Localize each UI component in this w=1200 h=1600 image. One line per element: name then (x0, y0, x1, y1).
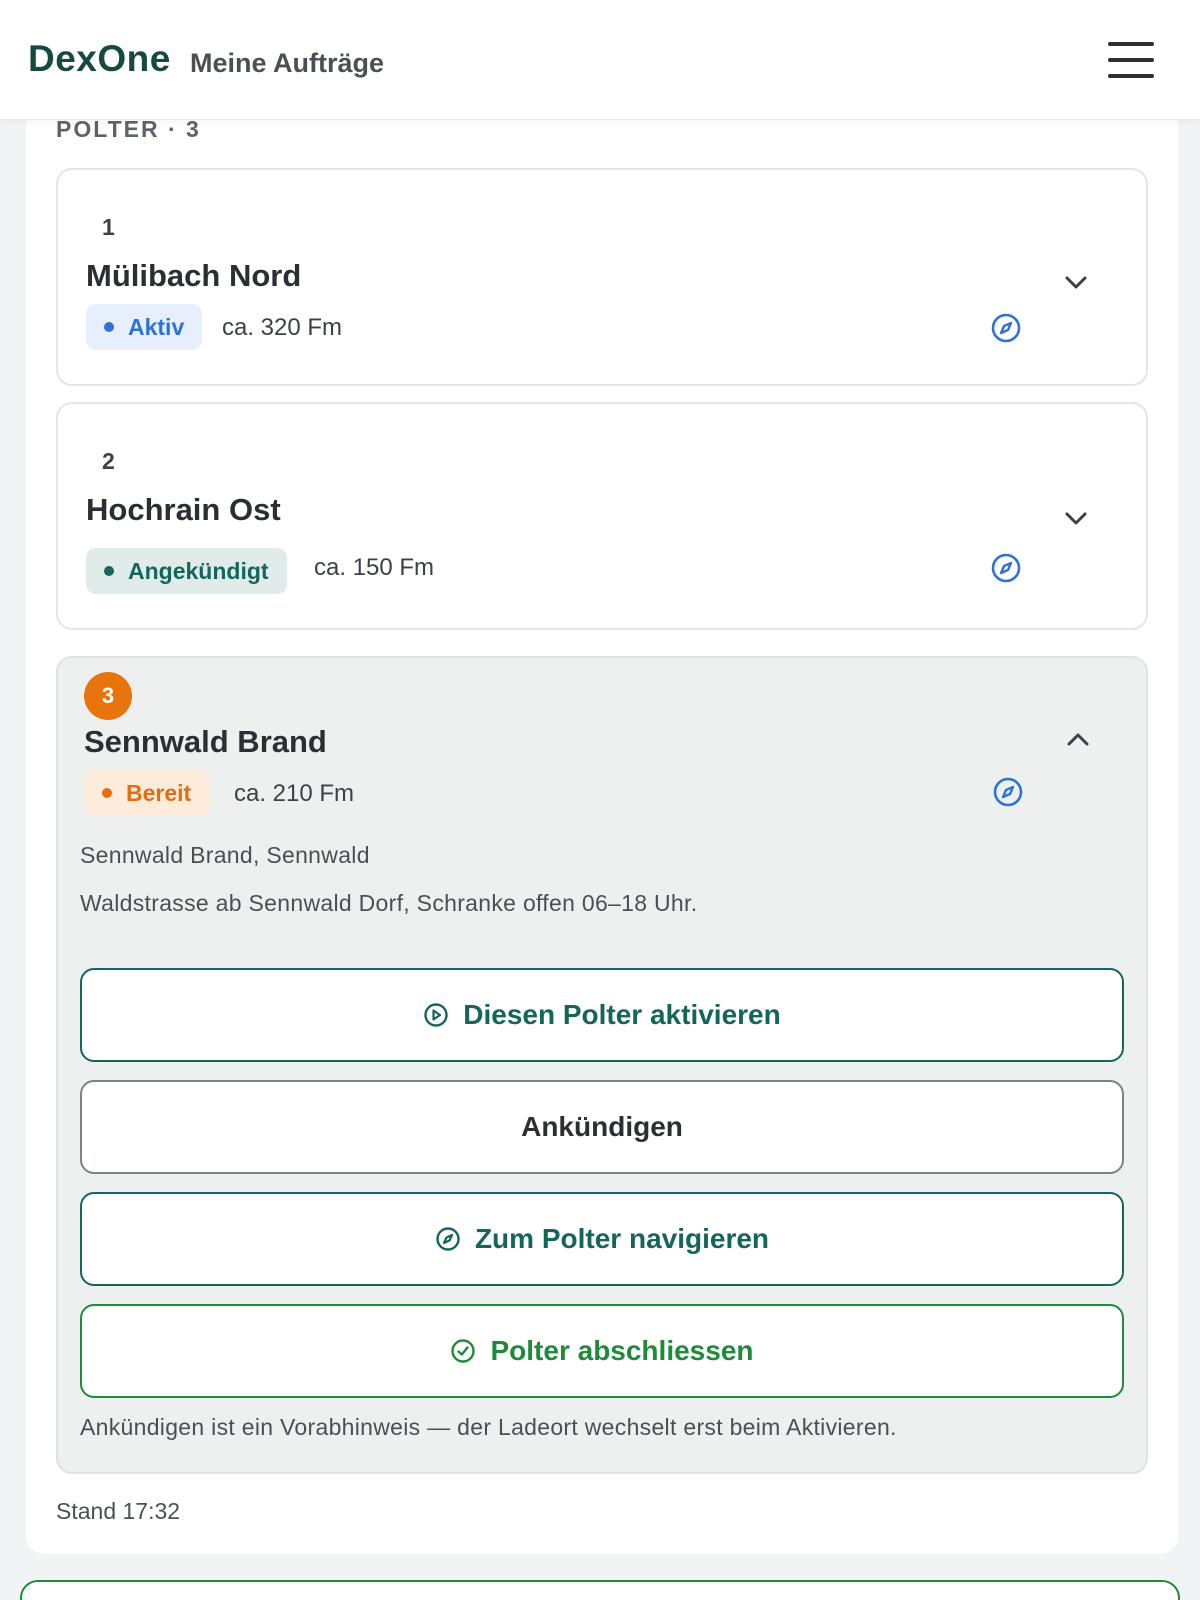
polter-card-2[interactable]: 2 Hochrain Ost Angekündigt ca. 150 Fm (56, 402, 1148, 630)
polter-name: Hochrain Ost (86, 492, 281, 527)
polter-location: Sennwald Brand, Sennwald (80, 842, 370, 868)
last-updated: Stand 17:32 (56, 1498, 181, 1524)
compass-icon[interactable] (990, 552, 1022, 584)
status-dot (104, 566, 114, 576)
status-badge: Bereit (84, 770, 210, 816)
activate-polter-button[interactable]: Diesen Polter aktivieren (80, 968, 1124, 1062)
compass-icon[interactable] (992, 776, 1024, 808)
polter-volume: ca. 320 Fm (222, 314, 343, 341)
compass-icon[interactable] (990, 312, 1022, 344)
menu-bar (1108, 74, 1154, 78)
chevron-up-icon[interactable] (1064, 730, 1092, 750)
next-section-card (20, 1580, 1180, 1600)
announce-label: Ankündigen (521, 1111, 683, 1142)
status-dot (102, 788, 112, 798)
announce-hint: Ankündigen ist ein Vorabhinweis — der La… (80, 1414, 897, 1440)
status-badge: Aktiv (86, 304, 203, 350)
brand-logo: DexOne (28, 38, 171, 79)
hamburger-menu-icon[interactable] (1108, 42, 1154, 78)
chevron-down-icon[interactable] (1062, 508, 1090, 528)
polter-card-1[interactable]: 1 Mülibach Nord Aktiv ca. 320 Fm (56, 168, 1148, 386)
status-label: Bereit (126, 779, 192, 806)
menu-bar (1108, 42, 1154, 46)
menu-bar (1108, 58, 1154, 62)
polter-name: Mülibach Nord (86, 258, 302, 293)
page-title: Meine Aufträge (190, 48, 385, 78)
navigate-polter-label: Zum Polter navigieren (474, 1223, 770, 1254)
chevron-down-icon[interactable] (1062, 272, 1090, 292)
status-badge: Angekündigt (86, 548, 287, 594)
polter-number: 1 (102, 214, 115, 240)
activate-polter-label: Diesen Polter aktivieren (463, 999, 781, 1030)
app-header: DexOne Meine Aufträge (0, 0, 1200, 120)
status-label: Aktiv (128, 313, 185, 340)
compass-icon (436, 1227, 460, 1251)
polter-volume: ca. 210 Fm (234, 780, 355, 807)
section-title: POLTER · 3 (56, 116, 201, 142)
navigate-polter-button[interactable]: Zum Polter navigieren (80, 1192, 1124, 1286)
status-dot (104, 322, 114, 332)
status-label: Angekündigt (128, 557, 269, 584)
check-circle-icon (451, 1339, 476, 1363)
announce-button[interactable]: Ankündigen (80, 1080, 1124, 1174)
polter-access-info: Waldstrasse ab Sennwald Dorf, Schranke o… (80, 890, 698, 916)
polter-number: 2 (102, 448, 115, 474)
polter-name: Sennwald Brand (84, 724, 327, 759)
close-polter-button[interactable]: Polter abschliessen (80, 1304, 1124, 1398)
polter-volume: ca. 150 Fm (314, 554, 435, 581)
play-circle-icon (424, 1003, 448, 1027)
close-polter-label: Polter abschliessen (490, 1335, 754, 1366)
polter-number-badge: 3 (84, 672, 132, 720)
